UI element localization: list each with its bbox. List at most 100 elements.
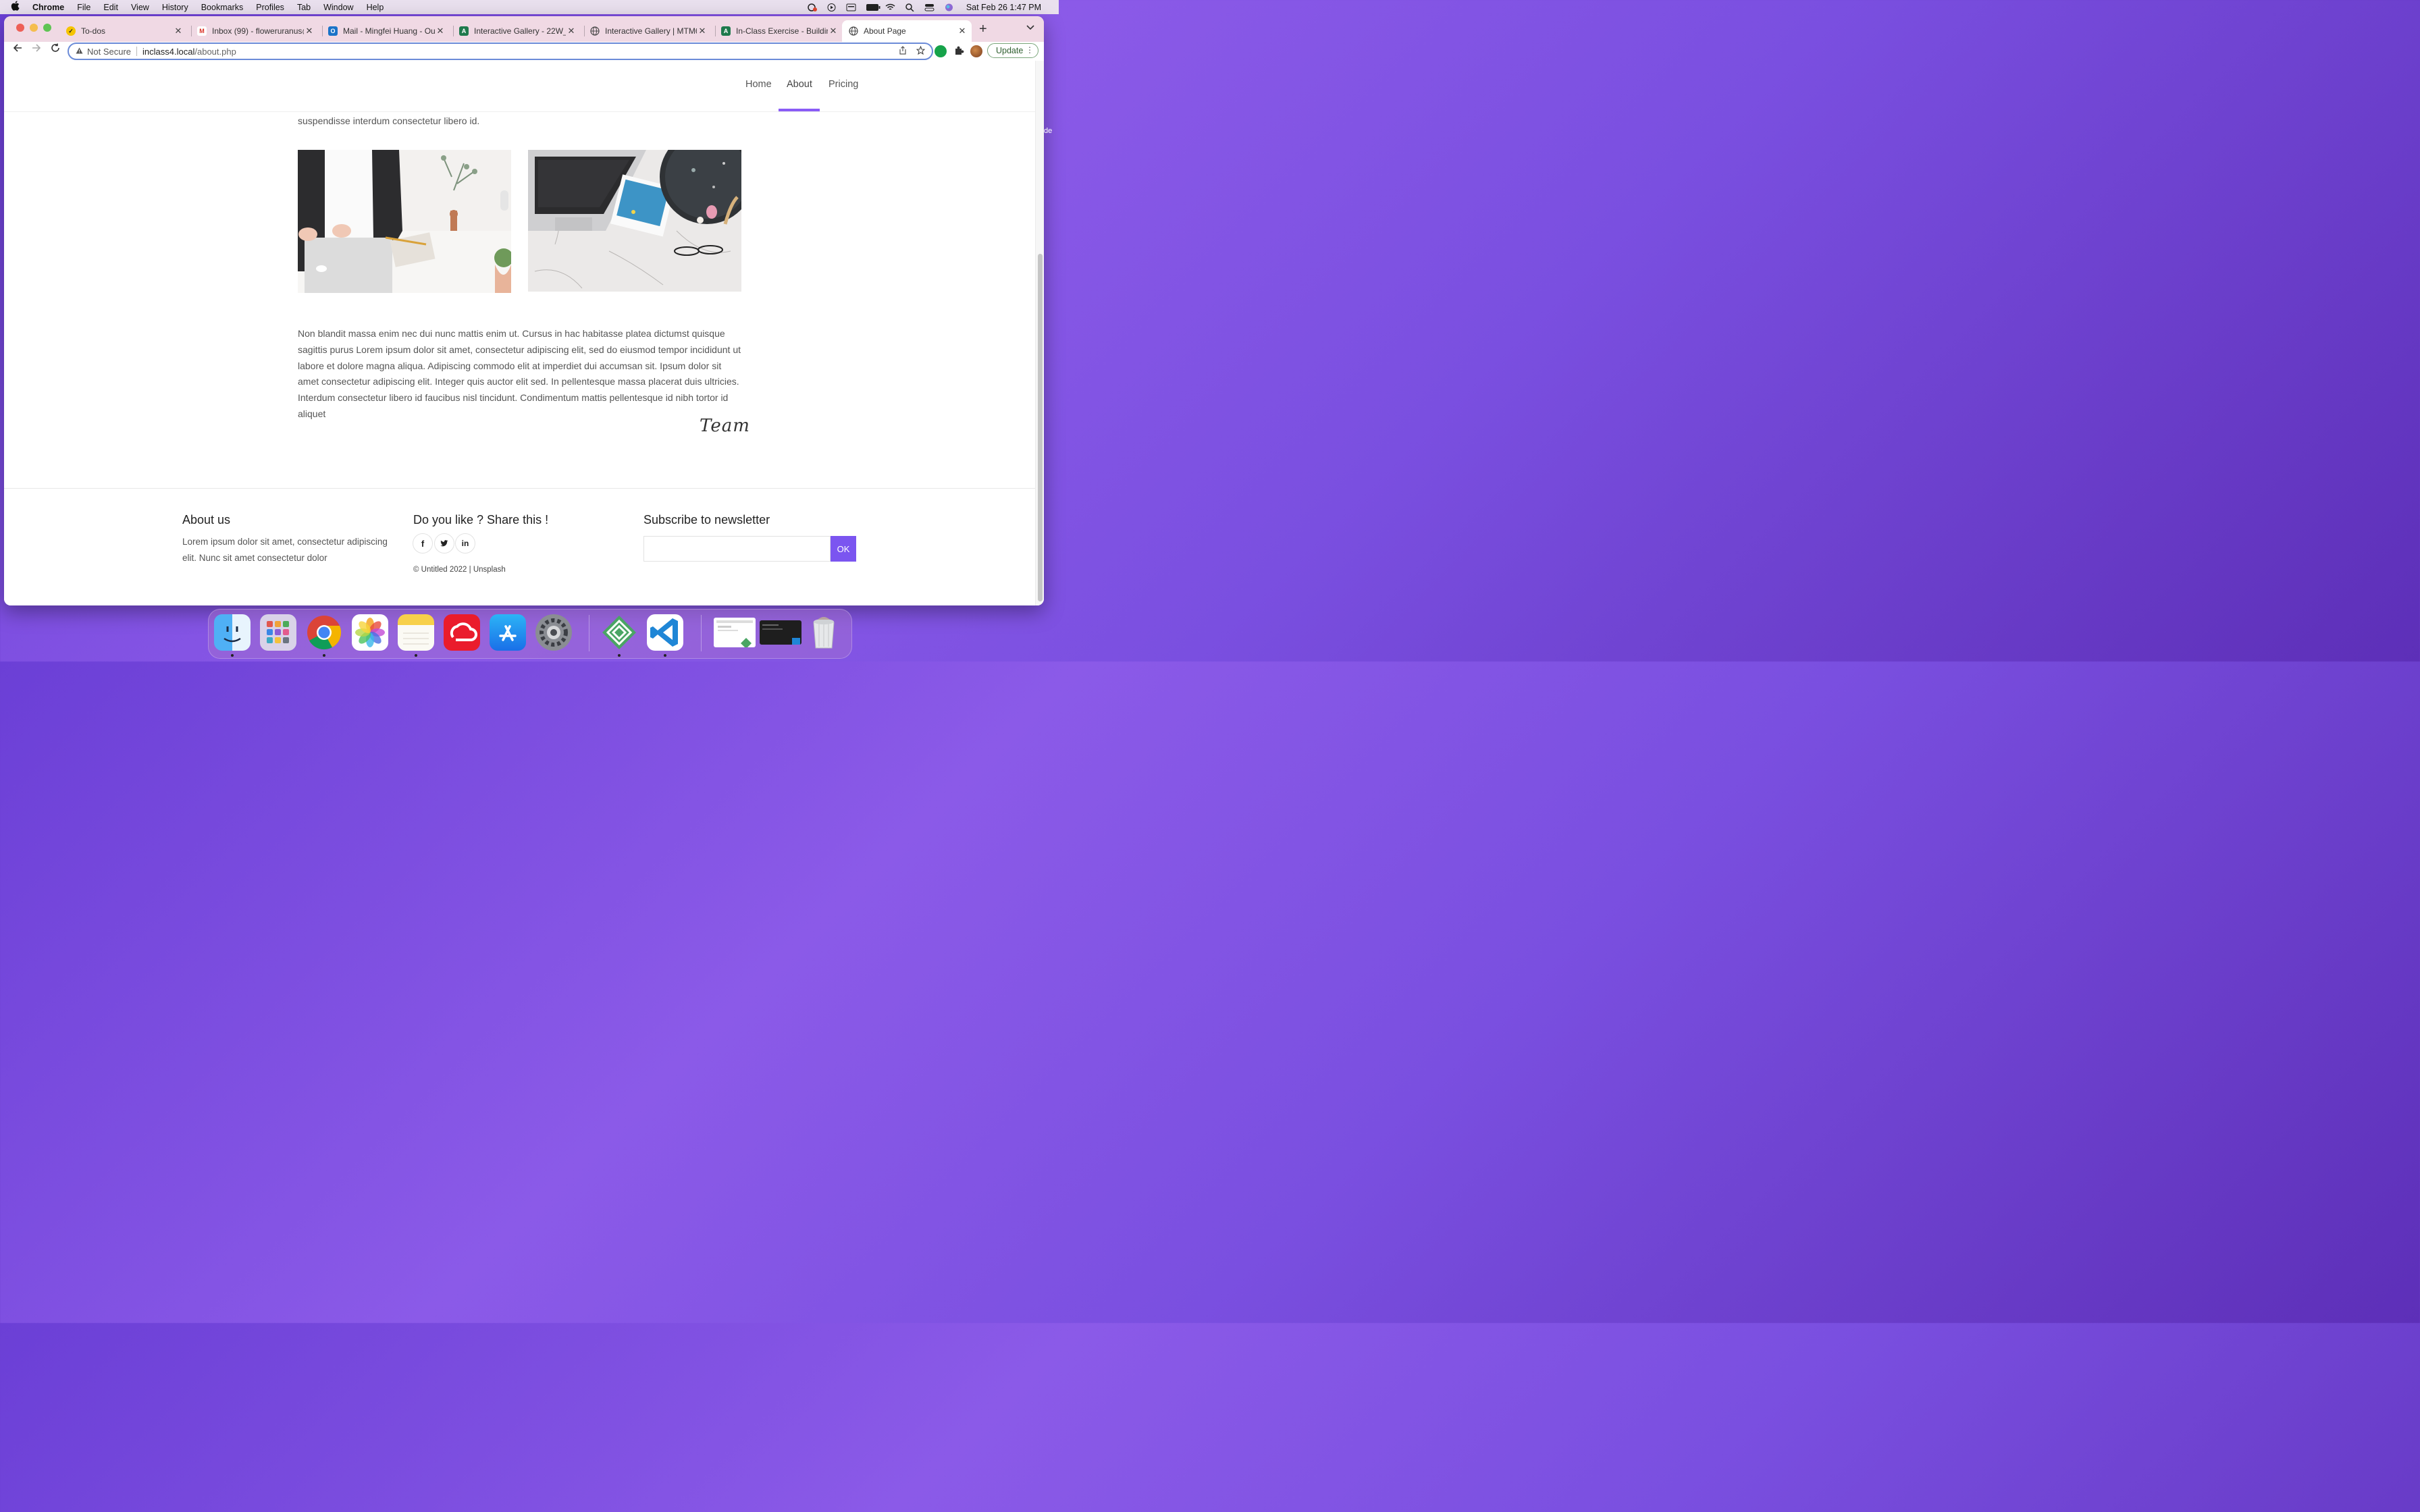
launchpad-icon[interactable] [260,614,296,651]
bookmark-star-icon[interactable] [916,45,926,57]
newsletter-title: Subscribe to newsletter [643,513,770,526]
menu-window[interactable]: Window [323,3,353,12]
warning-triangle-icon[interactable] [76,47,83,56]
page-viewport: suspendisse interdum consectetur libero … [4,61,1044,605]
grammarly-extension-icon[interactable] [935,45,947,57]
tab-gmail[interactable]: M Inbox (99) - floweruranus@ ✕ [190,20,319,42]
tab-label: Interactive Gallery - 22W_M [474,26,566,36]
scrollbar-thumb[interactable] [1038,254,1043,601]
tab-label: Interactive Gallery | MTM6S [605,26,697,36]
close-tab-icon[interactable]: ✕ [566,26,577,36]
apple-menu-icon[interactable] [11,1,23,14]
menu-tab[interactable]: Tab [297,3,311,12]
system-preferences-gear-icon[interactable] [535,614,572,651]
nav-home[interactable]: Home [745,79,772,90]
menu-bookmarks[interactable]: Bookmarks [201,3,244,12]
active-nav-indicator [779,109,820,111]
close-tab-icon[interactable]: ✕ [957,26,968,36]
nav-about[interactable]: About [787,79,812,90]
tab-outlook[interactable]: O Mail - Mingfei Huang - Outlo ✕ [321,20,450,42]
tab-about-page[interactable]: About Page ✕ [842,20,972,42]
menu-help[interactable]: Help [367,3,384,12]
trash-icon[interactable] [806,614,842,651]
profile-avatar[interactable] [970,45,982,57]
site-header: Home About Pricing [4,61,1035,112]
tab-search-chevron-down-icon[interactable] [1026,23,1034,32]
minimized-terminal-thumbnail[interactable] [760,620,801,645]
update-chrome-button[interactable]: Update ⋮ [987,43,1038,58]
footer-about-text: Lorem ipsum dolor sit amet, consectetur … [182,537,388,563]
course-icon: A [721,26,731,36]
menu-app-name[interactable]: Chrome [32,3,64,12]
nav-pricing[interactable]: Pricing [828,79,858,90]
tab-label: In-Class Exercise - Building [736,26,828,36]
minimize-window-button[interactable] [30,24,38,32]
extensions-puzzle-icon[interactable] [953,45,966,57]
back-arrow-icon[interactable] [9,43,26,56]
creative-cloud-icon[interactable] [444,614,480,651]
tab-label: About Page [864,26,906,36]
vscode-icon[interactable] [647,614,683,651]
address-bar[interactable]: Not Secure inclass4.local /about.php [68,43,933,60]
macos-menu-bar: Chrome File Edit View History Bookmarks … [0,0,1059,14]
globe-icon [590,26,600,36]
creative-cloud-status-icon[interactable] [807,3,817,11]
url-path: /about.php [194,46,236,57]
linkedin-icon[interactable]: in [455,533,475,554]
tab-todos[interactable]: ✓ To-dos ✕ [59,20,188,42]
page-scrollbar[interactable] [1035,61,1044,605]
tab-interactive-gallery[interactable]: Interactive Gallery | MTM6S ✕ [583,20,712,42]
search-icon[interactable] [905,3,915,12]
siri-icon[interactable] [944,3,954,11]
close-window-button[interactable] [16,24,24,32]
newsletter-ok-button[interactable]: OK [831,536,856,562]
menu-profiles[interactable]: Profiles [256,3,284,12]
facebook-label: f [421,538,425,549]
reload-icon[interactable] [47,43,63,56]
close-tab-icon[interactable]: ✕ [828,26,839,36]
chrome-running-dot [323,654,325,657]
tab-interactive-gallery-course[interactable]: A Interactive Gallery - 22W_M ✕ [452,20,581,42]
local-app-icon[interactable] [601,614,637,651]
notes-icon[interactable] [398,614,434,651]
dock-divider [701,615,702,651]
wifi-icon[interactable] [885,3,895,11]
window-controls [16,24,51,32]
close-tab-icon[interactable]: ✕ [435,26,446,36]
play-icon[interactable] [826,3,837,11]
twitter-icon[interactable]: t [434,533,454,554]
close-tab-icon[interactable]: ✕ [173,26,184,36]
menu-edit[interactable]: Edit [103,3,118,12]
globe-icon [849,26,858,36]
about-paragraph: Non blandit massa enim nec dui nunc matt… [298,328,741,419]
forward-arrow-icon[interactable] [28,43,45,56]
menubar-clock[interactable]: Sat Feb 26 1:47 PM [966,3,1041,12]
menu-file[interactable]: File [77,3,90,12]
new-tab-plus-icon[interactable]: + [979,22,987,37]
minimized-window-thumbnail[interactable] [714,618,756,649]
tab-label: Mail - Mingfei Huang - Outlo [343,26,435,36]
close-tab-icon[interactable]: ✕ [697,26,708,36]
share-icon[interactable] [899,46,907,57]
more-menu-icon[interactable]: ⋮ [1026,45,1034,55]
tab-in-class-exercise[interactable]: A In-Class Exercise - Building ✕ [714,20,843,42]
control-center-icon[interactable] [924,3,935,11]
ok-label: OK [837,543,850,554]
menu-history[interactable]: History [162,3,188,12]
close-tab-icon[interactable]: ✕ [304,26,315,36]
not-secure-label[interactable]: Not Secure [87,47,131,57]
photos-icon[interactable] [352,614,388,651]
battery-icon[interactable] [866,3,880,11]
menu-view[interactable]: View [131,3,149,12]
facebook-icon[interactable]: f [413,533,433,554]
team-signature: Team [700,416,750,436]
vscode-running-dot [664,654,666,657]
finder-running-dot [231,654,234,657]
app-store-icon[interactable] [490,614,526,651]
chrome-icon[interactable] [306,614,342,651]
finder-icon[interactable] [214,614,251,651]
address-divider [136,47,138,56]
fullscreen-window-button[interactable] [43,24,51,32]
display-icon[interactable] [846,3,856,11]
newsletter-email-input[interactable] [643,536,831,562]
